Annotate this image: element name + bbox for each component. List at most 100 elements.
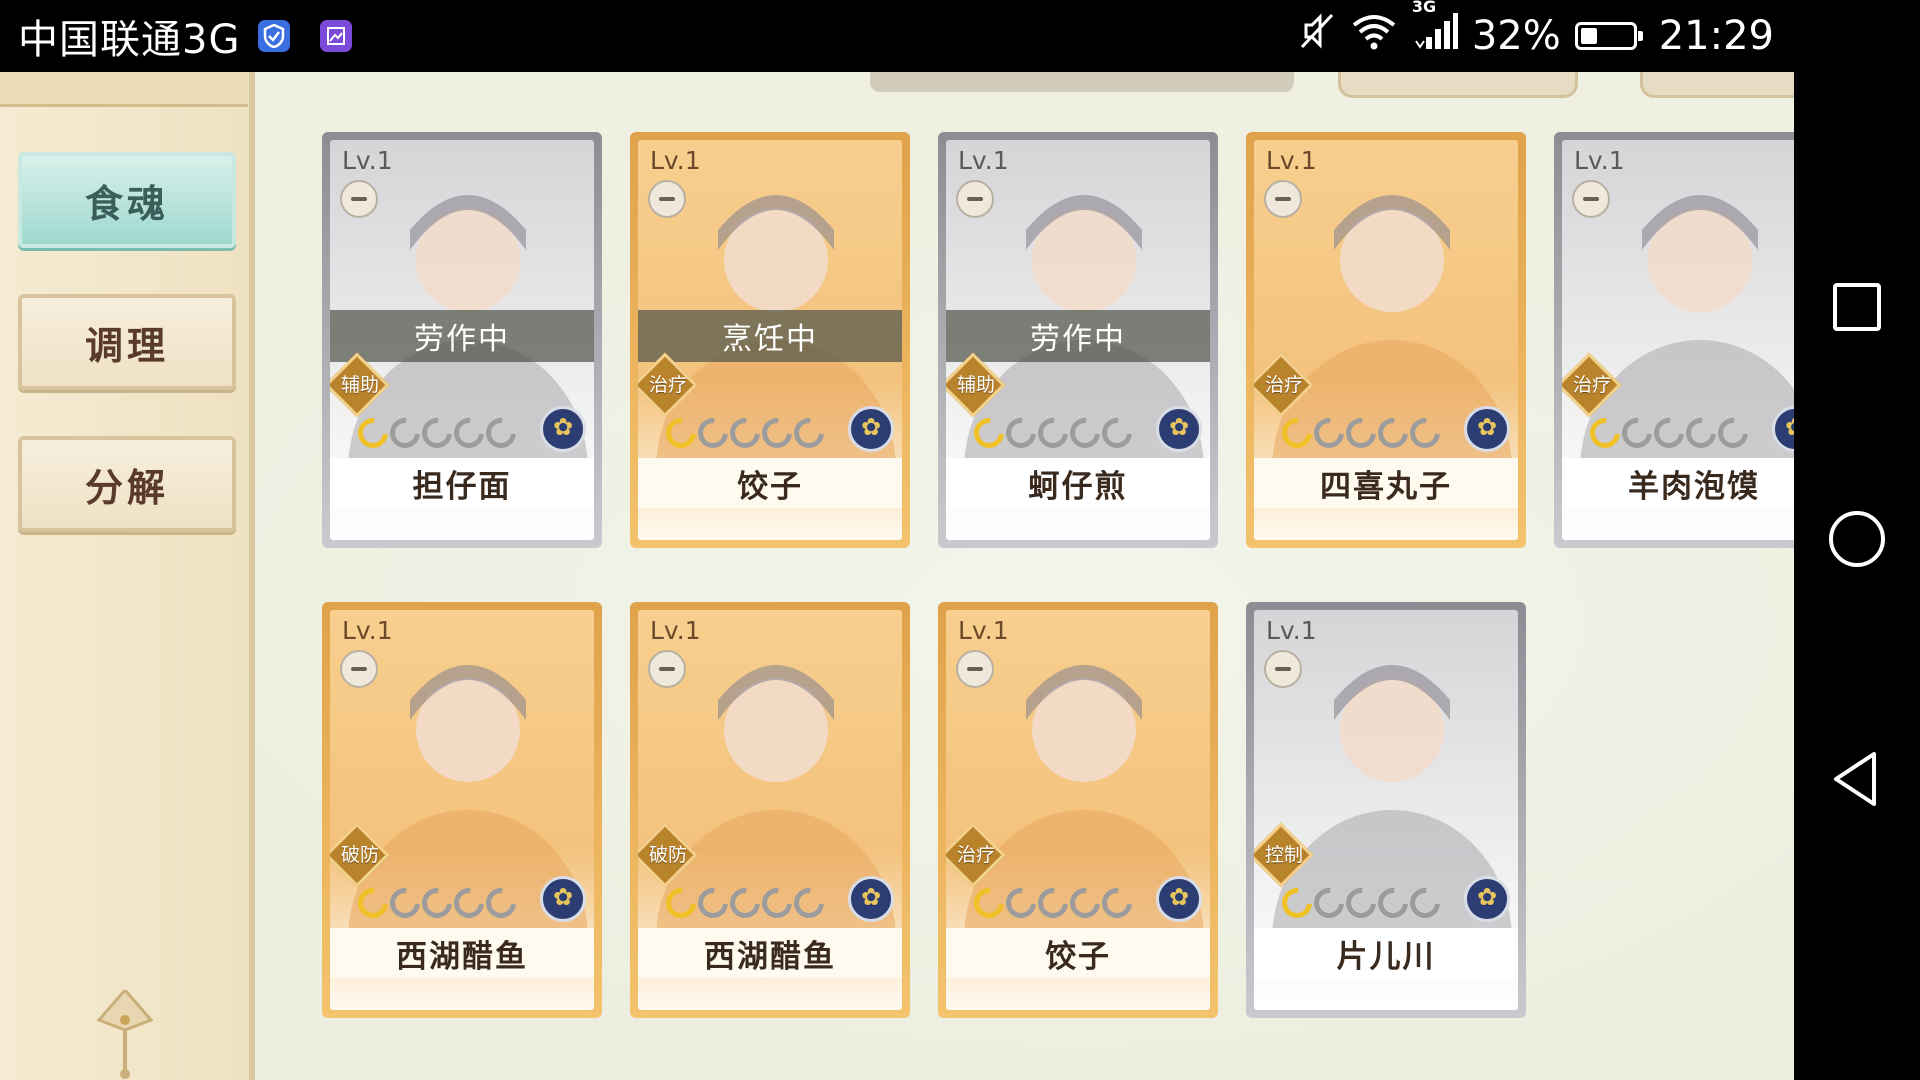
element-emblem-icon bbox=[540, 876, 586, 922]
element-emblem-icon bbox=[1464, 876, 1510, 922]
card-level: Lv.1 bbox=[958, 146, 1009, 175]
bowl-icon bbox=[340, 650, 378, 688]
star-icon bbox=[787, 411, 831, 455]
star-icon bbox=[787, 881, 831, 925]
food-soul-card[interactable]: Lv.1 劳作中辅助担仔面 bbox=[322, 132, 602, 548]
recent-apps-icon[interactable] bbox=[1822, 272, 1892, 342]
top-tab-partial[interactable] bbox=[1338, 72, 1578, 98]
food-soul-card[interactable]: Lv.1 治疗饺子 bbox=[938, 602, 1218, 1018]
star-icon bbox=[1583, 411, 1627, 455]
element-emblem-icon bbox=[540, 406, 586, 452]
star-rating bbox=[659, 881, 831, 925]
star-icon bbox=[691, 411, 735, 455]
battery-percent: 32% bbox=[1471, 13, 1561, 59]
card-level: Lv.1 bbox=[342, 146, 393, 175]
food-soul-card[interactable]: Lv.1 治疗四喜丸子 bbox=[1246, 132, 1526, 548]
gallery-app-icon bbox=[320, 20, 353, 52]
card-level: Lv.1 bbox=[1266, 146, 1317, 175]
star-icon bbox=[723, 411, 767, 455]
star-icon bbox=[1679, 411, 1723, 455]
card-level: Lv.1 bbox=[958, 616, 1009, 645]
food-soul-card[interactable]: Lv.1 烹饪中治疗饺子 bbox=[630, 132, 910, 548]
card-level: Lv.1 bbox=[650, 146, 701, 175]
card-name: 羊肉泡馍 bbox=[1562, 458, 1794, 508]
wifi-icon bbox=[1350, 11, 1398, 61]
side-menu-button-decompose[interactable]: 分解 bbox=[18, 436, 236, 532]
card-inner: Lv.1 破防西湖醋鱼 bbox=[638, 610, 902, 1010]
food-soul-card[interactable]: Lv.1 破防西湖醋鱼 bbox=[630, 602, 910, 1018]
card-name: 西湖醋鱼 bbox=[330, 928, 594, 978]
card-role: 辅助 bbox=[956, 374, 995, 396]
card-inner: Lv.1 劳作中辅助担仔面 bbox=[330, 140, 594, 540]
star-icon bbox=[383, 881, 427, 925]
card-status: 劳作中 bbox=[330, 310, 594, 362]
card-inner: Lv.1 破防西湖醋鱼 bbox=[330, 610, 594, 1010]
element-emblem-icon bbox=[848, 406, 894, 452]
side-menu-label: 分解 bbox=[84, 464, 169, 510]
card-name: 担仔面 bbox=[330, 458, 594, 508]
carrier-label: 中国联通3G bbox=[18, 17, 241, 63]
star-icon bbox=[967, 411, 1011, 455]
element-emblem-icon bbox=[1156, 876, 1202, 922]
card-inner: Lv.1 治疗羊肉泡馍 bbox=[1562, 140, 1794, 540]
star-icon bbox=[415, 411, 459, 455]
star-icon bbox=[1063, 881, 1107, 925]
card-role: 治疗 bbox=[1572, 374, 1611, 396]
card-role: 破防 bbox=[340, 844, 379, 866]
star-icon bbox=[691, 881, 735, 925]
star-icon bbox=[1307, 881, 1351, 925]
card-name: 蚵仔煎 bbox=[946, 458, 1210, 508]
back-icon[interactable] bbox=[1822, 744, 1892, 814]
star-rating bbox=[351, 881, 523, 925]
card-inner: Lv.1 治疗饺子 bbox=[946, 610, 1210, 1010]
card-inner: Lv.1 劳作中辅助蚵仔煎 bbox=[946, 140, 1210, 540]
card-status: 劳作中 bbox=[946, 310, 1210, 362]
bowl-icon bbox=[1264, 650, 1302, 688]
star-icon bbox=[479, 881, 523, 925]
star-rating bbox=[967, 881, 1139, 925]
card-role: 辅助 bbox=[340, 374, 379, 396]
clock: 21:29 bbox=[1658, 13, 1774, 59]
card-level: Lv.1 bbox=[1266, 616, 1317, 645]
food-soul-card[interactable]: Lv.1 破防西湖醋鱼 bbox=[322, 602, 602, 1018]
side-menu-button-food-soul[interactable]: 食魂 bbox=[18, 152, 236, 248]
food-soul-card[interactable]: Lv.1 控制片儿川 bbox=[1246, 602, 1526, 1018]
side-menu-button-cultivate[interactable]: 调理 bbox=[18, 294, 236, 390]
side-menu-panel: 食魂 调理 分解 bbox=[0, 72, 255, 1080]
star-icon bbox=[1371, 881, 1415, 925]
star-rating bbox=[1583, 411, 1755, 455]
signal-icon: 3G bbox=[1412, 0, 1458, 61]
game-viewport: 食魂 调理 分解 Lv.1劳作中辅助担仔面Lv.1烹饪中治疗饺子Lv.1劳作中辅… bbox=[0, 72, 1794, 1080]
bowl-icon bbox=[648, 180, 686, 218]
star-icon bbox=[1615, 411, 1659, 455]
food-soul-card[interactable]: Lv.1 治疗羊肉泡馍 bbox=[1554, 132, 1794, 548]
bowl-icon bbox=[340, 180, 378, 218]
star-icon bbox=[1031, 411, 1075, 455]
card-role: 治疗 bbox=[1264, 374, 1303, 396]
star-icon bbox=[1307, 411, 1351, 455]
home-icon[interactable] bbox=[1822, 504, 1892, 574]
card-name: 片儿川 bbox=[1254, 928, 1518, 978]
element-emblem-icon bbox=[1464, 406, 1510, 452]
star-icon bbox=[351, 881, 395, 925]
top-tab-partial-2[interactable] bbox=[1640, 72, 1794, 98]
card-name: 西湖醋鱼 bbox=[638, 928, 902, 978]
card-inner: Lv.1 烹饪中治疗饺子 bbox=[638, 140, 902, 540]
bowl-icon bbox=[1264, 180, 1302, 218]
card-role: 治疗 bbox=[648, 374, 687, 396]
star-icon bbox=[1275, 411, 1319, 455]
star-icon bbox=[383, 411, 427, 455]
lantern-ornament-icon bbox=[96, 990, 154, 1079]
card-inner: Lv.1 治疗四喜丸子 bbox=[1254, 140, 1518, 540]
card-level: Lv.1 bbox=[1574, 146, 1625, 175]
top-counter-bar-partial bbox=[870, 72, 1294, 92]
star-icon bbox=[723, 881, 767, 925]
food-soul-card[interactable]: Lv.1 劳作中辅助蚵仔煎 bbox=[938, 132, 1218, 548]
element-emblem-icon bbox=[1156, 406, 1202, 452]
star-icon bbox=[1095, 881, 1139, 925]
android-nav-bar bbox=[1794, 72, 1920, 1080]
star-icon bbox=[415, 881, 459, 925]
star-icon bbox=[1275, 881, 1319, 925]
card-role: 破防 bbox=[648, 844, 687, 866]
bowl-icon bbox=[648, 650, 686, 688]
